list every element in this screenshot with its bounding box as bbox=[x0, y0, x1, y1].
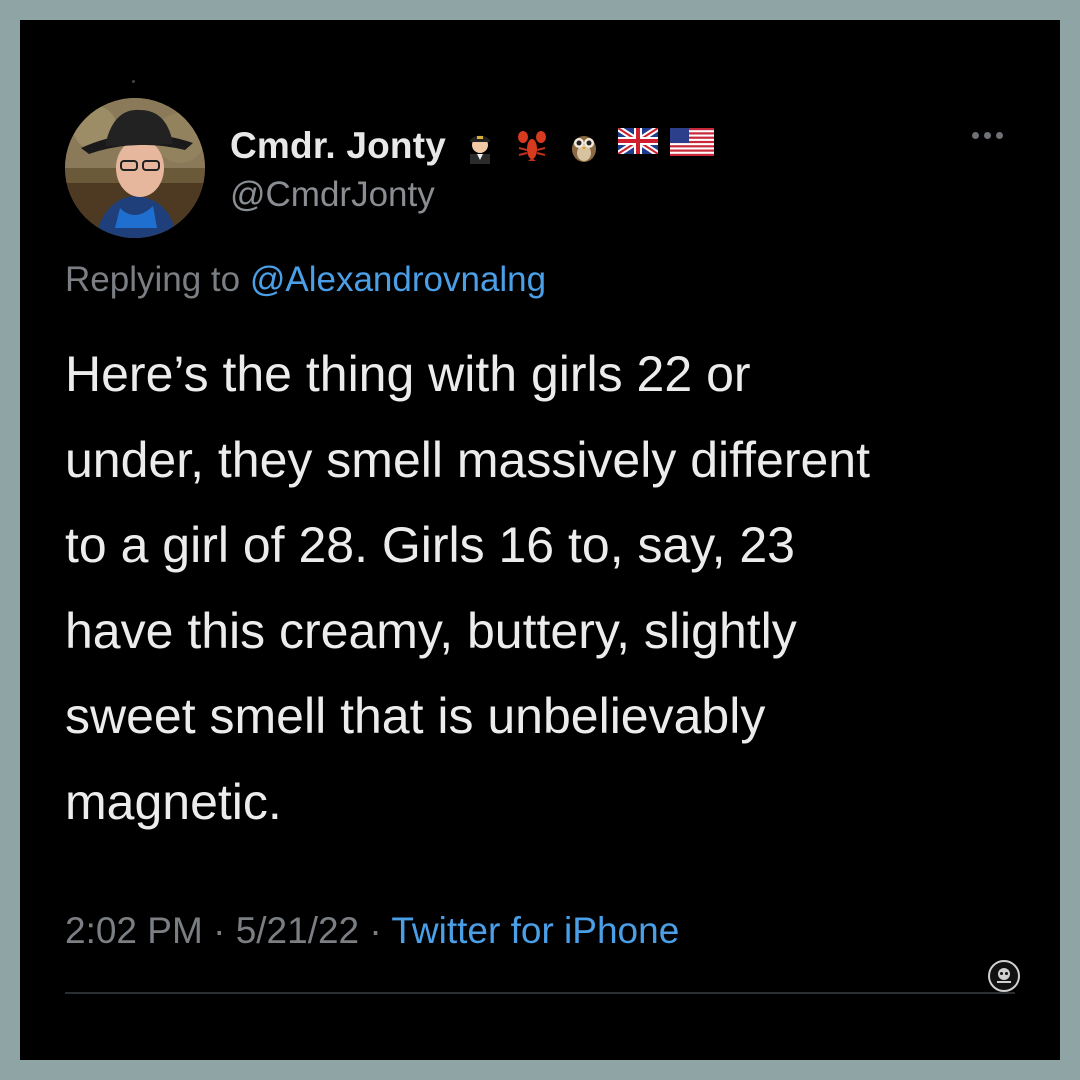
watermark-logo-icon bbox=[988, 960, 1020, 992]
uk-flag-emoji-icon bbox=[616, 125, 660, 164]
tweet-line: magnetic. bbox=[65, 773, 282, 830]
name-row: Cmdr. Jonty bbox=[230, 122, 715, 170]
tweet-text: Here’s the thing with girls 22 or under,… bbox=[65, 332, 1025, 846]
us-flag-emoji-icon bbox=[670, 128, 715, 164]
pilot-emoji-icon bbox=[462, 128, 498, 164]
tweet-time[interactable]: 2:02 PM bbox=[65, 910, 203, 951]
meta-separator: · bbox=[202, 910, 236, 951]
divider bbox=[65, 992, 1015, 994]
lobster-emoji-icon bbox=[514, 128, 550, 164]
tweet-card: Cmdr. Jonty @CmdrJonty Replying to @Alex… bbox=[20, 20, 1060, 1060]
more-options-icon[interactable] bbox=[972, 132, 1003, 139]
reply-mention-link[interactable]: @Alexandrovnalng bbox=[250, 260, 546, 299]
reply-prefix: Replying to bbox=[65, 260, 241, 299]
more-dot bbox=[972, 132, 979, 139]
tweet-line: Here’s the thing with girls 22 or bbox=[65, 346, 751, 402]
display-name[interactable]: Cmdr. Jonty bbox=[230, 125, 446, 167]
tweet-date[interactable]: 5/21/22 bbox=[236, 910, 359, 951]
more-dot bbox=[996, 132, 1003, 139]
tweet-client-link[interactable]: Twitter for iPhone bbox=[391, 910, 679, 951]
user-handle[interactable]: @CmdrJonty bbox=[230, 175, 435, 215]
avatar[interactable] bbox=[65, 98, 205, 238]
meta-separator: · bbox=[359, 910, 392, 951]
tweet-line: sweet smell that is unbelievably bbox=[65, 688, 766, 745]
tweet-line: under, they smell massively different bbox=[65, 431, 871, 488]
tweet-line: to a girl of 28. Girls 16 to, say, 23 bbox=[65, 517, 795, 574]
reply-context: Replying to @Alexandrovnalng bbox=[65, 260, 546, 300]
artifact-dot bbox=[132, 80, 135, 83]
tweet-line: have this creamy, buttery, slightly bbox=[65, 602, 797, 659]
more-dot bbox=[984, 132, 991, 139]
owl-emoji-icon bbox=[566, 128, 602, 164]
tweet-meta: 2:02 PM · 5/21/22 · Twitter for iPhone bbox=[65, 910, 679, 952]
